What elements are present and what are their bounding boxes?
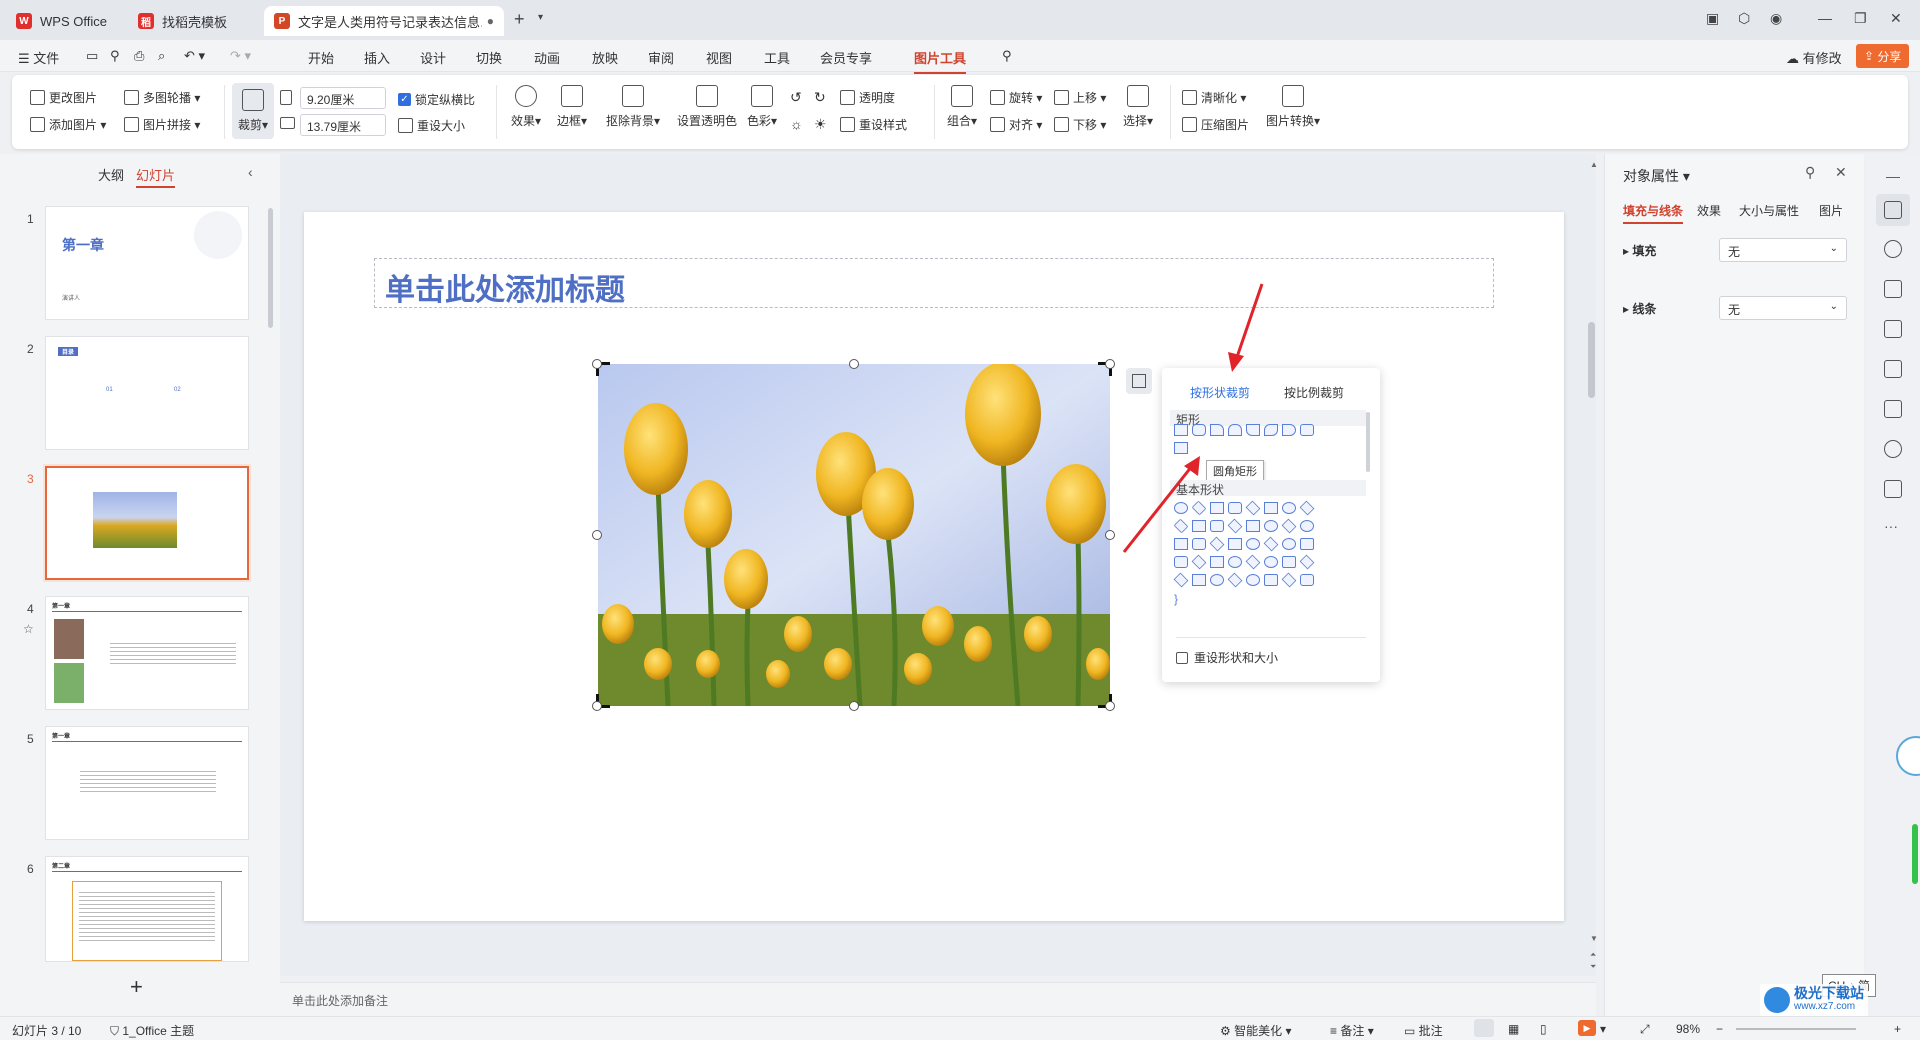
chevron-down-icon: ⌄ bbox=[1829, 301, 1838, 312]
chevron-down-icon: ⌄ bbox=[1829, 243, 1838, 254]
object-properties-panel: 对象属性 ▾ ⚲ ✕ 填充与线条 效果 大小与属性 图片 ▸ 填充 无 ⌄ ▸ 线… bbox=[1604, 154, 1864, 1016]
red-arrow-1 bbox=[1234, 283, 1264, 361]
pin-icon[interactable]: ⚲ bbox=[1805, 164, 1815, 181]
grid-view-icon[interactable]: ▦ bbox=[1508, 1022, 1519, 1036]
red-arrow-2 bbox=[1122, 465, 1194, 553]
watermark-icon bbox=[1764, 987, 1790, 1013]
smart-beautify-button[interactable]: ⚙ 智能美化 ▾ bbox=[1220, 1022, 1291, 1039]
status-bar: 幻灯片 3 / 10 ⛉ 1_Office 主题 ⚙ 智能美化 ▾ ≡ 备注 ▾… bbox=[0, 1016, 1920, 1040]
zoom-in-icon[interactable]: + bbox=[1894, 1022, 1901, 1036]
tools-icon[interactable] bbox=[1884, 360, 1902, 378]
comments-button[interactable]: ▭ 批注 bbox=[1404, 1022, 1443, 1039]
right-sidebar: — ··· CH ♪ 简 bbox=[1822, 154, 1920, 1016]
shirt-icon[interactable] bbox=[1884, 480, 1902, 498]
zoom-out-icon[interactable]: − bbox=[1716, 1022, 1723, 1036]
progress-indicator bbox=[1912, 824, 1918, 884]
arrow-head-icon bbox=[1228, 352, 1244, 372]
help-icon[interactable] bbox=[1884, 440, 1902, 458]
panel-title[interactable]: 对象属性 ▾ bbox=[1623, 166, 1690, 186]
line-dropdown[interactable]: 无 ⌄ bbox=[1719, 296, 1847, 320]
tab-size-properties[interactable]: 大小与属性 bbox=[1739, 202, 1799, 219]
line-section[interactable]: ▸ 线条 bbox=[1623, 300, 1656, 317]
tab-effects[interactable]: 效果 bbox=[1697, 202, 1721, 219]
image-edit-icon[interactable] bbox=[1884, 320, 1902, 338]
collapse-icon[interactable]: — bbox=[1886, 168, 1900, 184]
assistant-icon[interactable] bbox=[1896, 736, 1920, 776]
zoom-slider[interactable] bbox=[1736, 1028, 1856, 1030]
notes-button[interactable]: ≡ 备注 ▾ bbox=[1330, 1022, 1374, 1039]
tab-picture[interactable]: 图片 bbox=[1819, 202, 1843, 219]
watermark-logo: 极光下载站 www.xz7.com bbox=[1760, 984, 1868, 1016]
copy-icon[interactable] bbox=[1884, 280, 1902, 298]
book-icon[interactable] bbox=[1884, 400, 1902, 418]
fill-section[interactable]: ▸ 填充 bbox=[1623, 242, 1656, 259]
slide-counter: 幻灯片 3 / 10 bbox=[12, 1024, 82, 1038]
more-icon[interactable]: ··· bbox=[1884, 518, 1898, 534]
close-panel-icon[interactable]: ✕ bbox=[1835, 164, 1847, 181]
star-icon[interactable] bbox=[1884, 240, 1902, 258]
fit-window-icon[interactable]: ⤢ bbox=[1640, 1022, 1650, 1037]
fill-dropdown[interactable]: 无 ⌄ bbox=[1719, 238, 1847, 262]
properties-icon[interactable] bbox=[1884, 201, 1902, 219]
tab-fill-line[interactable]: 填充与线条 bbox=[1623, 202, 1684, 224]
reading-view-icon[interactable]: ▯ bbox=[1540, 1022, 1547, 1036]
notes-area[interactable]: 单击此处添加备注 bbox=[280, 982, 1596, 1016]
theme-name[interactable]: ⛉ 1_Office 主题 bbox=[110, 1022, 194, 1039]
play-slideshow-icon[interactable]: ▶ bbox=[1578, 1020, 1596, 1036]
play-options-chevron-icon[interactable]: ▾ bbox=[1600, 1022, 1606, 1036]
normal-view-icon[interactable] bbox=[1474, 1019, 1494, 1037]
zoom-level[interactable]: 98% bbox=[1676, 1022, 1700, 1036]
